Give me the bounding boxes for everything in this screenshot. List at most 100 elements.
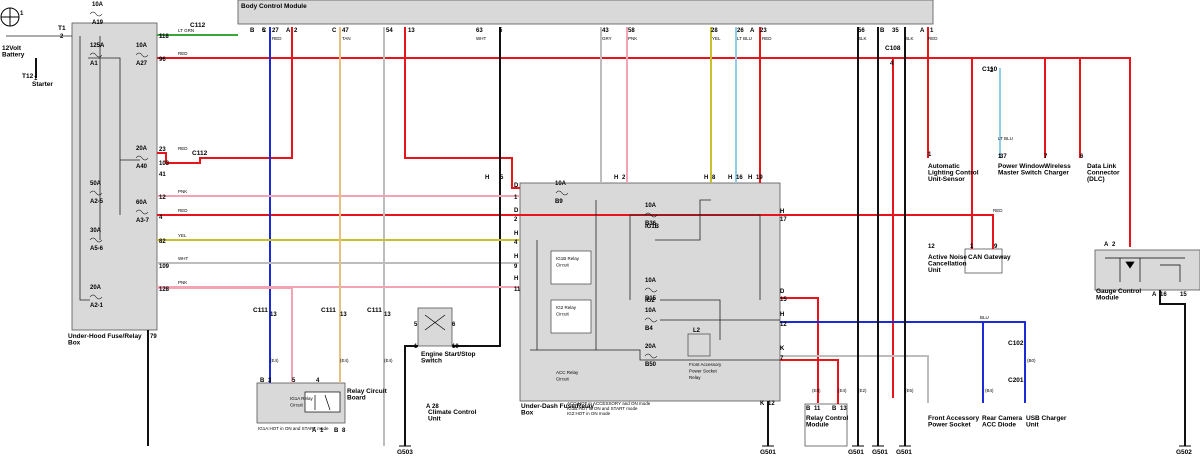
misc-pin-0: 1 xyxy=(928,152,932,158)
wire-tag-11: LT BLU xyxy=(998,136,1013,141)
misc-pin-14: B xyxy=(260,378,265,384)
wire-tag-1: RED xyxy=(178,146,188,151)
underhood-box xyxy=(71,22,158,331)
wire-tag-29: (B4) xyxy=(985,388,994,393)
red-wire-relaymod xyxy=(780,359,839,404)
misc-pin-25: 5 xyxy=(414,322,418,328)
bcm-pin-13: 58 xyxy=(628,28,635,34)
window-label: Power Window Master Switch xyxy=(998,163,1045,177)
misc-pin-20: B xyxy=(334,428,339,434)
ud-fuse-amps-4: 20A xyxy=(645,344,657,350)
wire-tag-5: WHT xyxy=(178,256,188,261)
gauge-module-box xyxy=(1094,249,1200,291)
misc-pin-18: A xyxy=(312,428,317,434)
relay-board-label: Relay Circuit Board xyxy=(347,388,388,402)
misc-pin-31: B xyxy=(806,406,811,412)
wire-tag-0: RED xyxy=(178,51,188,56)
misc-pin-12: 16 xyxy=(1160,292,1167,298)
ground-label-0: G503 xyxy=(397,449,413,456)
bcm-pin-7: 47 xyxy=(342,28,349,34)
misc-pin-28: 10 xyxy=(452,344,459,350)
wire-tag-18: YEL xyxy=(712,36,721,41)
uh-fuse-amps-5: 60A xyxy=(136,200,148,206)
uh-pin-3: 23 xyxy=(159,147,166,153)
ud-pin-0: D xyxy=(514,183,519,189)
ud-fuse-amps-3: 10A xyxy=(645,308,657,314)
uh-fuse-amps-2: 10A xyxy=(136,43,148,49)
ud-pin-10: H xyxy=(780,209,784,215)
bcm-pin-9: 13 xyxy=(408,28,415,34)
ud-fuse-id-4: B50 xyxy=(645,362,657,368)
bcm-pin-3: 27 xyxy=(272,28,279,34)
front-socket-label: Front Accessory Power Socket xyxy=(928,415,979,429)
uh-fuse-id-7: A2-1 xyxy=(90,303,104,309)
wire-tag-21: RED xyxy=(928,36,938,41)
ud-pin-21: 8 xyxy=(712,175,716,181)
bcm-pin-22: 1 xyxy=(930,28,934,34)
wire-tag-20: RED xyxy=(762,36,772,41)
misc-pin-36: 1 xyxy=(20,11,24,17)
uh-pin-10: 128 xyxy=(159,287,170,293)
ground-label-3: G501 xyxy=(872,449,888,456)
wire-tag-16: GRY xyxy=(602,36,612,41)
ud-pin-2: D xyxy=(514,208,519,214)
connector-c102: C102 xyxy=(1008,340,1024,347)
starter-label: Starter xyxy=(32,81,53,88)
bcm-pin-19: B xyxy=(880,28,885,34)
wire-tag-8: RED xyxy=(993,208,1003,213)
wire-tag-2: RED xyxy=(178,208,188,213)
climate-label: Climate Control Unit xyxy=(428,409,477,423)
wireless-label: Wireless Charger xyxy=(1044,163,1071,177)
wire-tag-17: PNK xyxy=(628,36,637,41)
ud-pin-6: H xyxy=(514,254,518,260)
bcm-pin-0: B xyxy=(250,28,255,34)
gauge-label: Gauge Control Module xyxy=(1096,288,1141,302)
ltblu-wire xyxy=(735,27,1001,183)
misc-pin-34: 13 xyxy=(840,406,847,412)
uh-fuse-id-4: A2-5 xyxy=(90,199,104,205)
connector-c112b: C112 xyxy=(192,150,208,157)
uh-fuse-amps-3: 20A xyxy=(136,146,148,152)
connector-c111a: C111 xyxy=(253,307,268,314)
battery-label: 12Volt Battery xyxy=(2,45,25,59)
wire-tag-30: (B0) xyxy=(1027,358,1036,363)
ud-pin-3: 2 xyxy=(514,217,518,223)
misc-pin-10: 2 xyxy=(1112,242,1116,248)
ud-pin-19: 12 xyxy=(768,401,775,407)
uh-fuse-id-6: A5-6 xyxy=(90,246,104,252)
ud-pin-24: H xyxy=(748,175,752,181)
can-label: CAN Gateway xyxy=(968,254,1011,261)
uh-fuse-amps-0: 10A xyxy=(92,2,104,8)
noise-label: Active Noise Cancellation Unit xyxy=(928,254,967,274)
connector-c108: C108 xyxy=(885,45,901,52)
misc-pin-26: 6 xyxy=(452,322,456,328)
misc-pin-11: A xyxy=(1152,292,1157,298)
wire-tag-24: (E4) xyxy=(384,358,393,363)
bcm-pin-17: 23 xyxy=(760,28,767,34)
ud-fuse-amps-1: 10A xyxy=(645,203,657,209)
ground-label-1: G501 xyxy=(760,449,776,456)
wire-tag-6: PNK xyxy=(178,280,187,285)
ud-pin-22: H xyxy=(728,175,732,181)
uh-fuse-id-0: A19 xyxy=(92,20,104,26)
inner-ig1b: IG1B xyxy=(645,224,660,230)
uh-fuse-id-3: A40 xyxy=(136,164,148,170)
relay-board-internal xyxy=(304,391,341,413)
wire-tag-10: BLK xyxy=(905,36,914,41)
wire-tag-28: (E6) xyxy=(905,388,914,393)
wire-tag-19: LT BLU xyxy=(737,36,752,41)
uh-pin-2: 96 xyxy=(159,57,166,63)
red-wire-13 xyxy=(404,27,520,189)
bcm-pin-12: 43 xyxy=(602,28,609,34)
misc-pin-30: 28 xyxy=(432,404,439,410)
misc-pin-9: A xyxy=(1104,242,1109,248)
can-gateway-box xyxy=(964,248,1003,274)
misc-pin-37: 2 xyxy=(60,34,64,40)
connector-t12: T12 xyxy=(22,73,34,80)
bcm-box xyxy=(237,0,934,25)
wire-tag-15: WHT xyxy=(476,36,486,41)
bcm-pin-21: A xyxy=(920,28,925,34)
uh-fuse-amps-6: 30A xyxy=(90,228,102,234)
uh-fuse-amps-1: 125A xyxy=(90,43,105,49)
uh-fuse-id-5: A3-7 xyxy=(136,218,150,224)
